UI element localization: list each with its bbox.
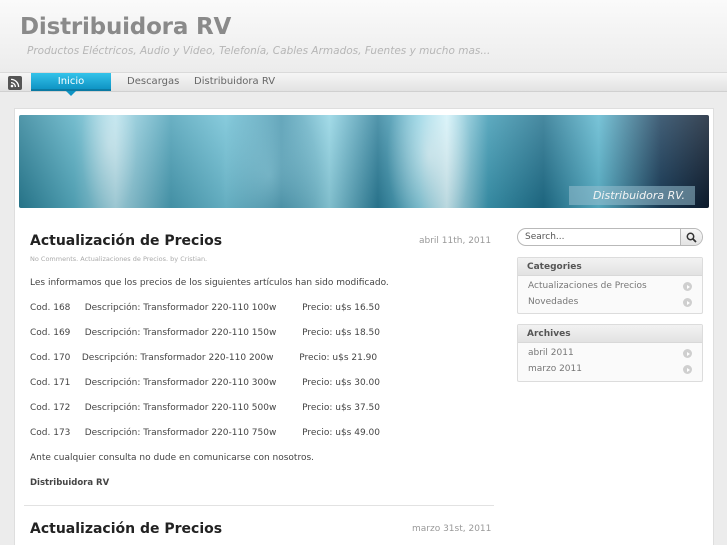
- nav-item-distribuidora-rv[interactable]: Distribuidora RV: [194, 73, 275, 91]
- widget-title: Categories: [518, 258, 702, 276]
- post-meta: No Comments. Actualizaciones de Precios.…: [30, 255, 208, 263]
- archive-label: marzo 2011: [528, 364, 582, 374]
- post-outro: Ante cualquier consulta no dude en comun…: [30, 453, 315, 463]
- price-line: Cod. 172 Descripción: Transformador 220-…: [30, 403, 380, 413]
- active-indicator-arrow-icon: [66, 91, 76, 96]
- post-title[interactable]: Actualización de Precios: [30, 233, 222, 249]
- category-label: Novedades: [528, 297, 579, 307]
- post-divider: [24, 505, 494, 506]
- price-line: Cod. 170 Descripción: Transformador 220-…: [30, 353, 378, 363]
- arrow-bullet-icon: [683, 282, 692, 291]
- price-line: Cod. 173 Descripción: Transformador 220-…: [30, 428, 380, 438]
- category-link[interactable]: Actualizaciones de Precios: [518, 278, 702, 294]
- price-line: Cod. 171 Descripción: Transformador 220-…: [30, 378, 380, 388]
- search-icon: [686, 232, 697, 243]
- site-title[interactable]: Distribuidora RV: [20, 14, 231, 40]
- category-label: Actualizaciones de Precios: [528, 281, 647, 291]
- widget-title: Archives: [518, 325, 702, 343]
- categories-widget: Categories Actualizaciones de Precios No…: [517, 257, 703, 314]
- banner-caption: Distribuidora RV.: [568, 186, 695, 205]
- site-tagline: Productos Eléctricos, Audio y Video, Tel…: [27, 45, 491, 57]
- price-line: Cod. 168 Descripción: Transformador 220-…: [30, 303, 380, 313]
- header-banner-image: Distribuidora RV.: [19, 115, 709, 208]
- post-date: marzo 31st, 2011: [412, 524, 492, 534]
- search-input[interactable]: [518, 229, 680, 245]
- nav-item-descargas[interactable]: Descargas: [127, 73, 179, 91]
- nav-item-label: Inicio: [57, 76, 85, 87]
- price-line: Cod. 169 Descripción: Transformador 220-…: [30, 328, 380, 338]
- archive-link[interactable]: abril 2011: [518, 345, 702, 361]
- archive-label: abril 2011: [528, 348, 574, 358]
- archive-link[interactable]: marzo 2011: [518, 361, 702, 377]
- category-link[interactable]: Novedades: [518, 294, 702, 310]
- archives-widget: Archives abril 2011 marzo 2011: [517, 324, 703, 382]
- main-navigation: Inicio Descargas Distribuidora RV: [0, 72, 727, 96]
- rss-icon[interactable]: [8, 76, 22, 90]
- nav-item-inicio[interactable]: Inicio: [31, 73, 111, 96]
- search-form: [517, 228, 703, 246]
- post-date: abril 11th, 2011: [419, 236, 492, 246]
- arrow-bullet-icon: [683, 349, 692, 358]
- arrow-bullet-icon: [683, 365, 692, 374]
- site-header: Distribuidora RV Productos Eléctricos, A…: [0, 0, 727, 72]
- post-signature: Distribuidora RV: [30, 478, 110, 488]
- arrow-bullet-icon: [683, 298, 692, 307]
- post-title[interactable]: Actualización de Precios: [30, 521, 222, 537]
- search-button[interactable]: [680, 229, 702, 245]
- post-intro: Les informamos que los precios de los si…: [30, 278, 389, 288]
